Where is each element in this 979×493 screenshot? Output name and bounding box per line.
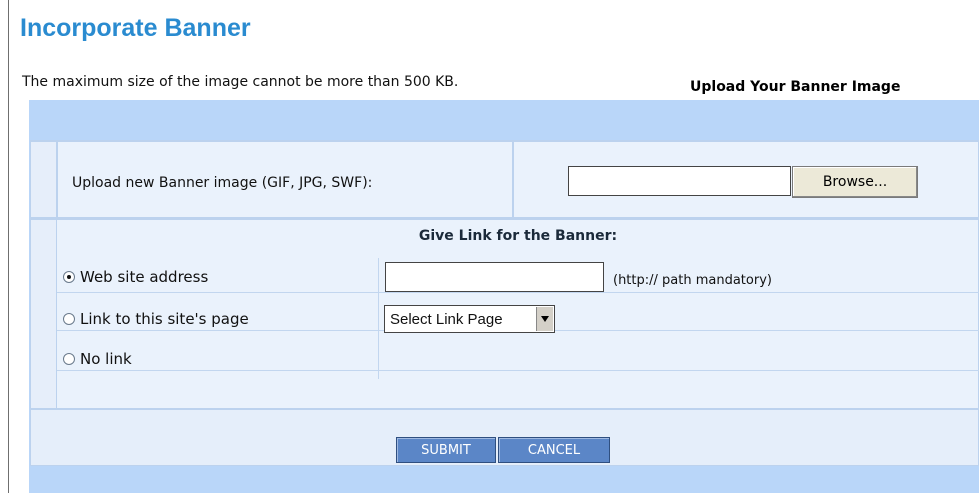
site-page-radio[interactable] [63, 313, 75, 325]
upload-left-spacer [30, 141, 57, 218]
no-link-radio[interactable] [63, 353, 75, 365]
no-link-label: No link [80, 350, 132, 368]
submit-button[interactable]: SUBMIT [396, 437, 496, 463]
link-page-select[interactable]: Select Link Page [384, 305, 555, 333]
upload-heading: Upload Your Banner Image [690, 79, 901, 95]
page-title: Incorporate Banner [20, 14, 251, 42]
link-heading: Give Link for the Banner: [418, 228, 618, 244]
cancel-button[interactable]: CANCEL [498, 437, 610, 463]
column-divider [378, 258, 379, 379]
site-page-label: Link to this site's page [80, 310, 249, 328]
url-hint: (http:// path mandatory) [613, 273, 772, 288]
website-address-label: Web site address [80, 268, 209, 286]
link-option-row [57, 338, 979, 371]
website-url-input[interactable] [385, 262, 604, 292]
link-page-select-value: Select Link Page [390, 311, 503, 328]
banner-file-input[interactable] [568, 166, 791, 196]
browse-button[interactable]: Browse... [792, 166, 918, 198]
page-border [8, 0, 9, 493]
size-limit-note: The maximum size of the image cannot be … [22, 74, 459, 90]
link-left-spacer [30, 219, 57, 409]
website-address-radio[interactable] [63, 271, 75, 283]
chevron-down-icon[interactable] [536, 307, 553, 331]
upload-label: Upload new Banner image (GIF, JPG, SWF): [72, 175, 373, 191]
